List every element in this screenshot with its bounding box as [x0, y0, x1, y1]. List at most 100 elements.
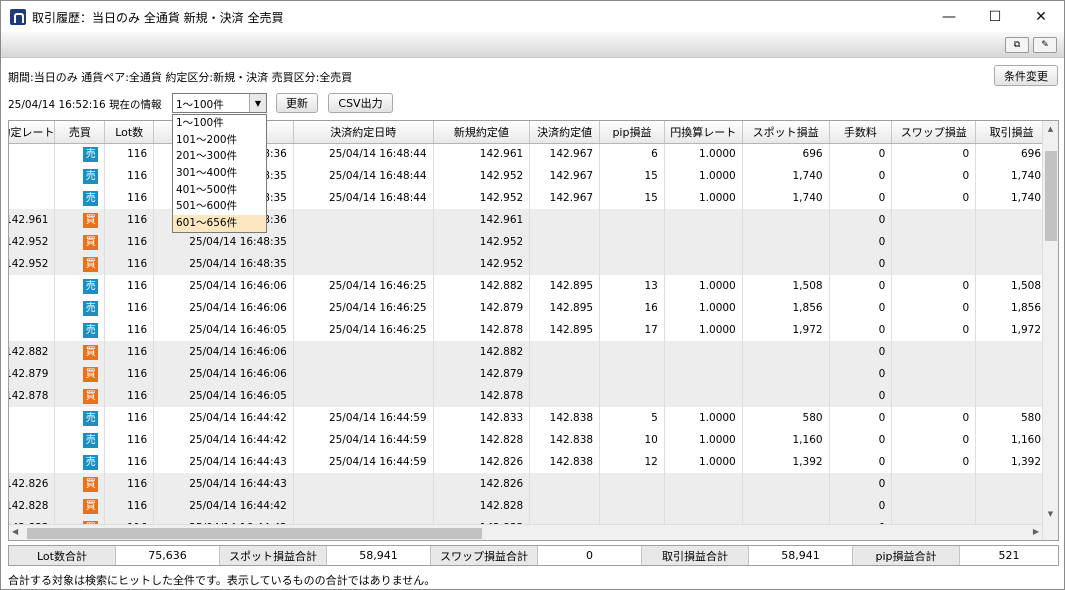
table-cell-close-price: 142.967	[529, 143, 601, 165]
table-row[interactable]: 142.879 買 116 25/04/14 16:46:06 142.879 0	[9, 363, 1048, 385]
table-row[interactable]: 142.826 買 116 25/04/14 16:44:43 142.826 0	[9, 473, 1048, 495]
detach-window-icon[interactable]: ⧉	[1005, 37, 1029, 53]
table-cell-conv: 1.0000	[664, 143, 743, 165]
horizontal-scroll-thumb[interactable]	[27, 528, 482, 539]
page-range-select[interactable]: 1〜100件 ▼	[172, 93, 267, 113]
table-row[interactable]: 142.882 買 116 25/04/14 16:46:06 142.882 0	[9, 341, 1048, 363]
table-cell-conv: 1.0000	[664, 451, 743, 473]
scroll-down-icon[interactable]: ▼	[1043, 506, 1058, 522]
table-row[interactable]: 売 116 25/04/14 16:44:42 25/04/14 16:44:59 14…	[9, 429, 1048, 451]
table-row[interactable]: 142.952 買 116 25/04/14 16:48:35 142.952 0	[9, 231, 1048, 253]
table-cell-rate: 142.828	[9, 495, 56, 517]
table-row[interactable]: 142.952 買 116 25/04/14 16:48:35 142.952 0	[9, 253, 1048, 275]
table-cell-spot	[742, 473, 830, 495]
column-header[interactable]: 円換算レート	[664, 121, 743, 144]
column-header[interactable]: Lot数	[104, 121, 155, 144]
table-cell-close-time	[293, 363, 434, 385]
column-header[interactable]: スポット損益	[742, 121, 830, 144]
edit-settings-icon[interactable]: ✎	[1033, 37, 1057, 53]
table-cell-rate	[9, 143, 56, 165]
table-cell-pl: 1,972	[975, 319, 1048, 341]
table-cell-pl	[975, 253, 1048, 275]
vertical-scroll-thumb[interactable]	[1045, 151, 1057, 241]
sell-badge: 売	[83, 322, 99, 338]
table-cell-close-price: 142.838	[529, 429, 601, 451]
table-cell-swap	[891, 473, 977, 495]
table-row[interactable]: 売 116 25/04/14 16:44:43 25/04/14 16:44:59 14…	[9, 451, 1048, 473]
dropdown-option[interactable]: 201〜300件	[173, 148, 266, 165]
table-row[interactable]: 売11625/04/14 16:48:3625/04/14 16:48:4414…	[9, 143, 1048, 165]
table-row[interactable]: 売11625/04/14 16:48:3525/04/14 16:48:4414…	[9, 165, 1048, 187]
table-row[interactable]: 売 116 25/04/14 16:46:05 25/04/14 16:46:25 14…	[9, 319, 1048, 341]
table-cell-rate: 142.952	[9, 231, 56, 253]
table-cell-swap: 0	[891, 407, 977, 429]
table-cell-open-time: 25/04/14 16:44:43	[153, 451, 294, 473]
table-cell-swap: 0	[891, 165, 977, 187]
table-cell-close-price: 142.895	[529, 319, 601, 341]
close-button[interactable]: ✕	[1018, 1, 1064, 32]
maximize-button[interactable]: ☐	[972, 1, 1018, 32]
table-cell-close-price	[529, 495, 601, 517]
total-spot-label: スポット損益合計	[220, 546, 327, 565]
buy-badge: 買	[83, 366, 99, 382]
table-cell-spot	[742, 363, 830, 385]
csv-export-button[interactable]: CSV出力	[328, 93, 393, 113]
table-cell-close-price: 142.895	[529, 297, 601, 319]
table-cell-side: 売	[54, 143, 106, 165]
table-cell-spot: 1,508	[742, 275, 830, 297]
title-bar[interactable]: 取引履歴：当日のみ 全通貨 新規・決済 全売買 — ☐ ✕	[1, 1, 1064, 32]
column-header[interactable]: 手数料	[829, 121, 893, 144]
table-cell-open-price: 142.952	[433, 231, 531, 253]
table-cell-open-price: 142.826	[433, 473, 531, 495]
scroll-left-icon[interactable]: ◀	[12, 527, 18, 536]
scroll-right-icon[interactable]: ▶	[1033, 527, 1039, 536]
table-cell-lot: 116	[104, 451, 155, 473]
table-row[interactable]: 売 116 25/04/14 16:46:06 25/04/14 16:46:25 14…	[9, 297, 1048, 319]
table-cell-side: 買	[54, 495, 106, 517]
dropdown-option[interactable]: 1〜100件	[173, 115, 266, 132]
table-row[interactable]: 売11625/04/14 16:48:3525/04/14 16:48:4414…	[9, 187, 1048, 209]
table-cell-fee: 0	[829, 407, 893, 429]
table-cell-swap: 0	[891, 187, 977, 209]
table-cell-fee: 0	[829, 275, 893, 297]
refresh-button[interactable]: 更新	[276, 93, 318, 113]
dropdown-option[interactable]: 501〜600件	[173, 198, 266, 215]
table-row[interactable]: 142.878 買 116 25/04/14 16:46:05 142.878 0	[9, 385, 1048, 407]
table-cell-pl	[975, 209, 1048, 231]
dropdown-option[interactable]: 601〜656件	[173, 215, 266, 232]
vertical-scrollbar[interactable]: ▲ ▼	[1042, 121, 1058, 540]
minimize-button[interactable]: —	[926, 1, 972, 32]
table-cell-swap: 0	[891, 297, 977, 319]
column-header[interactable]: 新規約定値	[433, 121, 531, 144]
table-row[interactable]: 売 116 25/04/14 16:46:06 25/04/14 16:46:25 14…	[9, 275, 1048, 297]
column-header[interactable]: 約定レート	[9, 121, 56, 144]
table-cell-rate: 142.879	[9, 363, 56, 385]
table-row[interactable]: 142.828 買 116 25/04/14 16:44:42 142.828 0	[9, 495, 1048, 517]
dropdown-option[interactable]: 101〜200件	[173, 132, 266, 149]
horizontal-scrollbar[interactable]: ◀ ▶	[9, 524, 1042, 540]
table-row[interactable]: 142.961買11625/04/14 16:48:36142.9610	[9, 209, 1048, 231]
scroll-up-icon[interactable]: ▲	[1043, 121, 1058, 137]
table-cell-fee: 0	[829, 385, 893, 407]
table-cell-pl	[975, 341, 1048, 363]
trade-grid[interactable]: 約定レート売買Lot数新規約定日時決済約定日時新規約定値決済約定値pip損益円換…	[8, 120, 1059, 541]
column-header[interactable]: 売買	[54, 121, 106, 144]
change-conditions-button[interactable]: 条件変更	[994, 65, 1058, 86]
table-cell-pl: 1,392	[975, 451, 1048, 473]
dropdown-option[interactable]: 401〜500件	[173, 182, 266, 199]
dropdown-option[interactable]: 301〜400件	[173, 165, 266, 182]
page-range-dropdown[interactable]: 1〜100件 101〜200件 201〜300件 301〜400件 401〜500件 50…	[172, 114, 267, 233]
table-cell-close-time: 25/04/14 16:48:44	[293, 165, 434, 187]
table-cell-lot: 116	[104, 165, 155, 187]
column-header[interactable]: 取引損益	[975, 121, 1048, 144]
column-header[interactable]: pip損益	[599, 121, 665, 144]
table-cell-open-price: 142.878	[433, 385, 531, 407]
table-row[interactable]: 売 116 25/04/14 16:44:42 25/04/14 16:44:59 14…	[9, 407, 1048, 429]
column-header[interactable]: 決済約定値	[529, 121, 601, 144]
column-header[interactable]: 決済約定日時	[293, 121, 434, 144]
table-cell-conv	[664, 363, 743, 385]
table-cell-conv	[664, 473, 743, 495]
column-header[interactable]: スワップ損益	[891, 121, 977, 144]
chevron-down-icon[interactable]: ▼	[249, 94, 266, 112]
table-cell-spot: 1,160	[742, 429, 830, 451]
